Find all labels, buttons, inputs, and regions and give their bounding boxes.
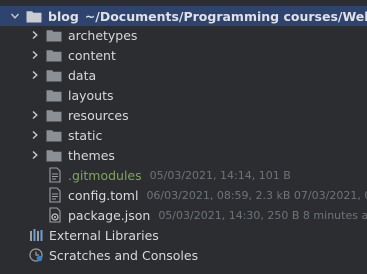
chevron-right-icon[interactable] — [30, 110, 40, 120]
folder-icon — [46, 29, 62, 41]
tree-external-libraries[interactable]: External Libraries — [0, 225, 367, 245]
tree-file-config-toml[interactable]: config.toml 06/03/2021, 08:59, 2.3 kB 07… — [0, 185, 367, 205]
folder-icon — [46, 89, 62, 101]
folder-icon — [46, 49, 62, 61]
config-file-icon — [49, 187, 61, 203]
text-file-icon — [49, 167, 61, 183]
chevron-down-icon[interactable] — [10, 11, 20, 21]
tree-folder-resources[interactable]: resources — [0, 105, 367, 125]
tree-folder-static[interactable]: static — [0, 125, 367, 145]
folder-icon — [46, 129, 62, 141]
root-folder-path: ~/Documents/Programming courses/WebHUGO — [84, 8, 367, 24]
external-libraries-icon — [30, 229, 43, 241]
folder-label: layouts — [68, 87, 114, 103]
project-tree-panel: blog ~/Documents/Programming courses/Web… — [0, 0, 367, 274]
folder-label: static — [68, 127, 103, 143]
file-label: package.json — [68, 207, 151, 223]
chevron-right-icon[interactable] — [30, 50, 40, 60]
chevron-right-icon[interactable] — [30, 130, 40, 140]
folder-icon — [46, 149, 62, 161]
folder-icon — [26, 10, 42, 22]
folder-icon — [46, 109, 62, 121]
external-libraries-label: External Libraries — [49, 227, 159, 243]
tree-folder-content[interactable]: content — [0, 45, 367, 65]
folder-label: resources — [68, 107, 129, 123]
tree-root-blog[interactable]: blog ~/Documents/Programming courses/Web… — [0, 6, 367, 26]
scratches-icon — [29, 248, 43, 262]
folder-label: content — [68, 47, 116, 63]
file-label: config.toml — [68, 187, 139, 203]
tree-scratches-consoles[interactable]: Scratches and Consoles — [0, 245, 367, 265]
chevron-right-icon[interactable] — [30, 30, 40, 40]
package-json-icon — [49, 207, 61, 223]
file-meta: 05/03/2021, 14:14, 101 B — [149, 168, 291, 182]
file-meta: 06/03/2021, 08:59, 2.3 kB 07/03/2021, 08… — [146, 188, 367, 202]
tree-folder-data[interactable]: data — [0, 65, 367, 85]
folder-label: data — [68, 67, 97, 83]
tree-file-package-json[interactable]: package.json 05/03/2021, 14:30, 250 B 8 … — [0, 205, 367, 225]
scratches-label: Scratches and Consoles — [49, 247, 199, 263]
tree-folder-themes[interactable]: themes — [0, 145, 367, 165]
chevron-right-icon[interactable] — [30, 150, 40, 160]
file-label: .gitmodules — [68, 167, 142, 183]
tree-folder-layouts[interactable]: layouts — [0, 85, 367, 105]
file-meta: 05/03/2021, 14:30, 250 B 8 minutes ago — [158, 208, 367, 222]
tree-file-gitmodules[interactable]: .gitmodules 05/03/2021, 14:14, 101 B — [0, 165, 367, 185]
chevron-right-icon[interactable] — [30, 70, 40, 80]
root-folder-label: blog — [48, 8, 79, 24]
tree-folder-archetypes[interactable]: archetypes — [0, 25, 367, 45]
folder-icon — [46, 69, 62, 81]
folder-label: themes — [68, 147, 115, 163]
folder-label: archetypes — [68, 27, 138, 43]
